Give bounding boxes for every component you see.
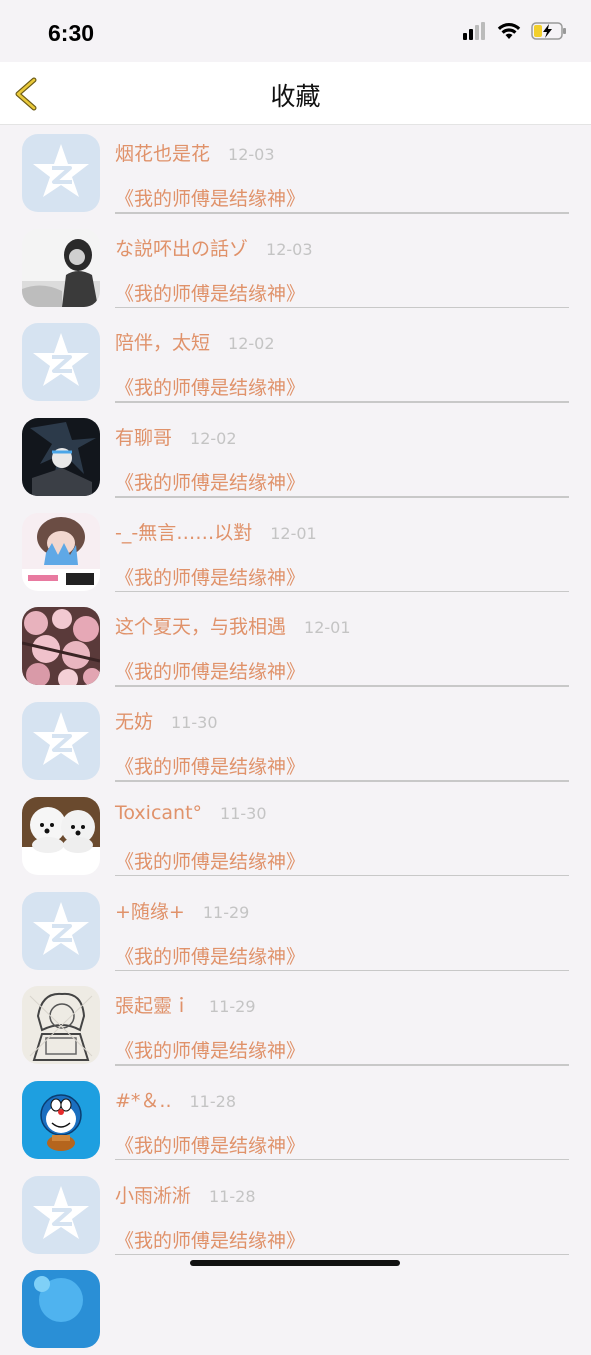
row-divider bbox=[115, 212, 569, 214]
avatar[interactable] bbox=[22, 796, 100, 875]
name-line: -_-無言……以對 12-01 bbox=[115, 518, 317, 545]
name-line: 烟花也是花 12-03 bbox=[115, 139, 275, 166]
row-divider bbox=[115, 1158, 569, 1161]
date-label: 11-30 bbox=[171, 713, 218, 733]
list-item[interactable]: #*＆.. 11-28 《我的师傅是结缘神》 bbox=[0, 1071, 591, 1166]
avatar[interactable] bbox=[22, 702, 100, 781]
avatar[interactable] bbox=[22, 1080, 100, 1159]
status-bar: 6:30 bbox=[0, 0, 591, 62]
list-item[interactable]: な説吥出の話ゾ 12-03 《我的师傅是结缘神》 bbox=[0, 219, 591, 314]
row-divider bbox=[115, 306, 569, 309]
date-label: 11-29 bbox=[202, 902, 250, 922]
book-title-link[interactable]: 《我的师傅是结缘神》 bbox=[115, 184, 305, 211]
row-divider bbox=[115, 685, 569, 687]
book-title-link[interactable]: 《我的师傅是结缘神》 bbox=[115, 942, 305, 969]
avatar[interactable] bbox=[22, 1175, 100, 1254]
row-divider bbox=[115, 780, 569, 782]
avatar[interactable] bbox=[22, 323, 100, 402]
book-title-link[interactable]: 《我的师傅是结缘神》 bbox=[115, 563, 305, 590]
date-label: 12-03 bbox=[266, 239, 313, 259]
avatar[interactable] bbox=[22, 986, 100, 1065]
row-divider bbox=[115, 874, 569, 877]
book-title-link[interactable]: 《我的师傅是结缘神》 bbox=[115, 847, 305, 874]
list-item[interactable]: 烟花也是花 12-03 《我的师傅是结缘神》 bbox=[0, 124, 591, 219]
name-line: 这个夏天，与我相遇 12-01 bbox=[115, 612, 351, 639]
book-title-link[interactable]: 《我的师傅是结缘神》 bbox=[115, 657, 305, 684]
date-label: 11-30 bbox=[220, 803, 267, 823]
list-item[interactable]: 无妨 11-30 《我的师傅是结缘神》 bbox=[0, 692, 591, 787]
row-divider bbox=[115, 590, 569, 593]
name-line: 張起靈ｉ 11-29 bbox=[115, 991, 256, 1018]
book-title-link[interactable]: 《我的师傅是结缘神》 bbox=[115, 1036, 305, 1063]
avatar[interactable] bbox=[22, 607, 100, 686]
list-item[interactable]: 这个夏天，与我相遇 12-01 《我的师傅是结缘神》 bbox=[0, 597, 591, 692]
list-item[interactable]: -_-無言……以對 12-01 《我的师傅是结缘神》 bbox=[0, 503, 591, 598]
list-item[interactable]: 陪伴，太短 12-02 《我的师傅是结缘神》 bbox=[0, 313, 591, 408]
cellular-signal-icon bbox=[463, 22, 485, 40]
row-divider bbox=[115, 496, 569, 498]
avatar[interactable] bbox=[22, 1270, 100, 1349]
date-label: 12-02 bbox=[190, 429, 237, 449]
name-line: 小雨淅淅 11-28 bbox=[115, 1181, 256, 1208]
name-line: +随缘+ 11-29 bbox=[115, 897, 249, 924]
book-title-link[interactable]: 《我的师傅是结缘神》 bbox=[115, 1131, 305, 1158]
row-divider bbox=[115, 1253, 569, 1256]
avatar[interactable] bbox=[22, 418, 100, 497]
page-title: 收藏 bbox=[270, 82, 321, 111]
user-name[interactable]: 烟花也是花 bbox=[115, 139, 210, 166]
date-label: 12-03 bbox=[228, 145, 275, 164]
user-name[interactable]: -_-無言……以對 bbox=[115, 518, 252, 545]
date-label: 12-02 bbox=[228, 334, 275, 354]
avatar[interactable] bbox=[22, 891, 100, 970]
list-item[interactable]: 有聊哥 12-02 《我的师傅是结缘神》 bbox=[0, 408, 591, 503]
date-label: 12-01 bbox=[304, 618, 351, 638]
user-name[interactable]: 陪伴，太短 bbox=[115, 328, 210, 355]
book-title-link[interactable]: 《我的师傅是结缘神》 bbox=[115, 373, 305, 400]
name-line: #*＆.. 11-28 bbox=[115, 1086, 236, 1113]
user-name[interactable]: な説吥出の話ゾ bbox=[115, 234, 248, 261]
wifi-icon bbox=[497, 23, 521, 39]
user-name[interactable]: 无妨 bbox=[115, 707, 153, 734]
favorites-list: 烟花也是花 12-03 《我的师傅是结缘神》 な説吥出の話ゾ 12-03 《我的师傅是结缘… bbox=[0, 124, 591, 1355]
navigation-bar: 收藏 bbox=[0, 62, 591, 125]
date-label: 11-28 bbox=[209, 1186, 256, 1206]
book-title-link[interactable]: 《我的师傅是结缘神》 bbox=[115, 468, 305, 495]
user-name[interactable]: +随缘+ bbox=[115, 897, 185, 924]
avatar[interactable] bbox=[22, 134, 100, 212]
user-name[interactable]: #*＆.. bbox=[115, 1086, 172, 1113]
list-item[interactable]: Toxicant° 11-30 《我的师傅是结缘神》 bbox=[0, 787, 591, 882]
row-divider bbox=[115, 1064, 569, 1066]
user-name[interactable]: 小雨淅淅 bbox=[115, 1181, 191, 1208]
row-divider bbox=[115, 401, 569, 403]
name-line: 无妨 11-30 bbox=[115, 707, 218, 734]
battery-charging-icon bbox=[531, 22, 566, 40]
user-name[interactable]: 張起靈ｉ bbox=[115, 991, 191, 1018]
book-title-link[interactable]: 《我的师傅是结缘神》 bbox=[115, 1226, 305, 1253]
name-line: な説吥出の話ゾ 12-03 bbox=[115, 234, 313, 261]
avatar[interactable] bbox=[22, 512, 100, 591]
date-label: 11-28 bbox=[189, 1091, 237, 1111]
name-line: 有聊哥 12-02 bbox=[115, 423, 237, 450]
row-divider bbox=[115, 969, 569, 971]
date-label: 11-29 bbox=[209, 997, 256, 1017]
user-name[interactable]: 有聊哥 bbox=[115, 423, 172, 450]
status-time: 6:30 bbox=[48, 20, 95, 46]
list-item[interactable]: 小雨淅淅 11-28 《我的师傅是结缘神》 bbox=[0, 1166, 591, 1261]
book-title-link[interactable]: 《我的师傅是结缘神》 bbox=[115, 279, 305, 306]
date-label: 12-01 bbox=[270, 523, 317, 543]
user-name[interactable]: 这个夏天，与我相遇 bbox=[115, 612, 286, 639]
user-name[interactable]: Toxicant° bbox=[115, 802, 202, 824]
book-title-link[interactable]: 《我的师傅是结缘神》 bbox=[115, 752, 305, 779]
list-item[interactable]: 張起靈ｉ 11-29 《我的师傅是结缘神》 bbox=[0, 976, 591, 1071]
home-indicator bbox=[190, 1260, 400, 1266]
name-line: 陪伴，太短 12-02 bbox=[115, 328, 275, 355]
status-icons bbox=[463, 22, 567, 40]
avatar[interactable] bbox=[22, 228, 100, 307]
list-item[interactable]: +随缘+ 11-29 《我的师傅是结缘神》 bbox=[0, 882, 591, 977]
name-line: Toxicant° 11-30 bbox=[115, 802, 267, 824]
list-item[interactable] bbox=[0, 1260, 591, 1355]
